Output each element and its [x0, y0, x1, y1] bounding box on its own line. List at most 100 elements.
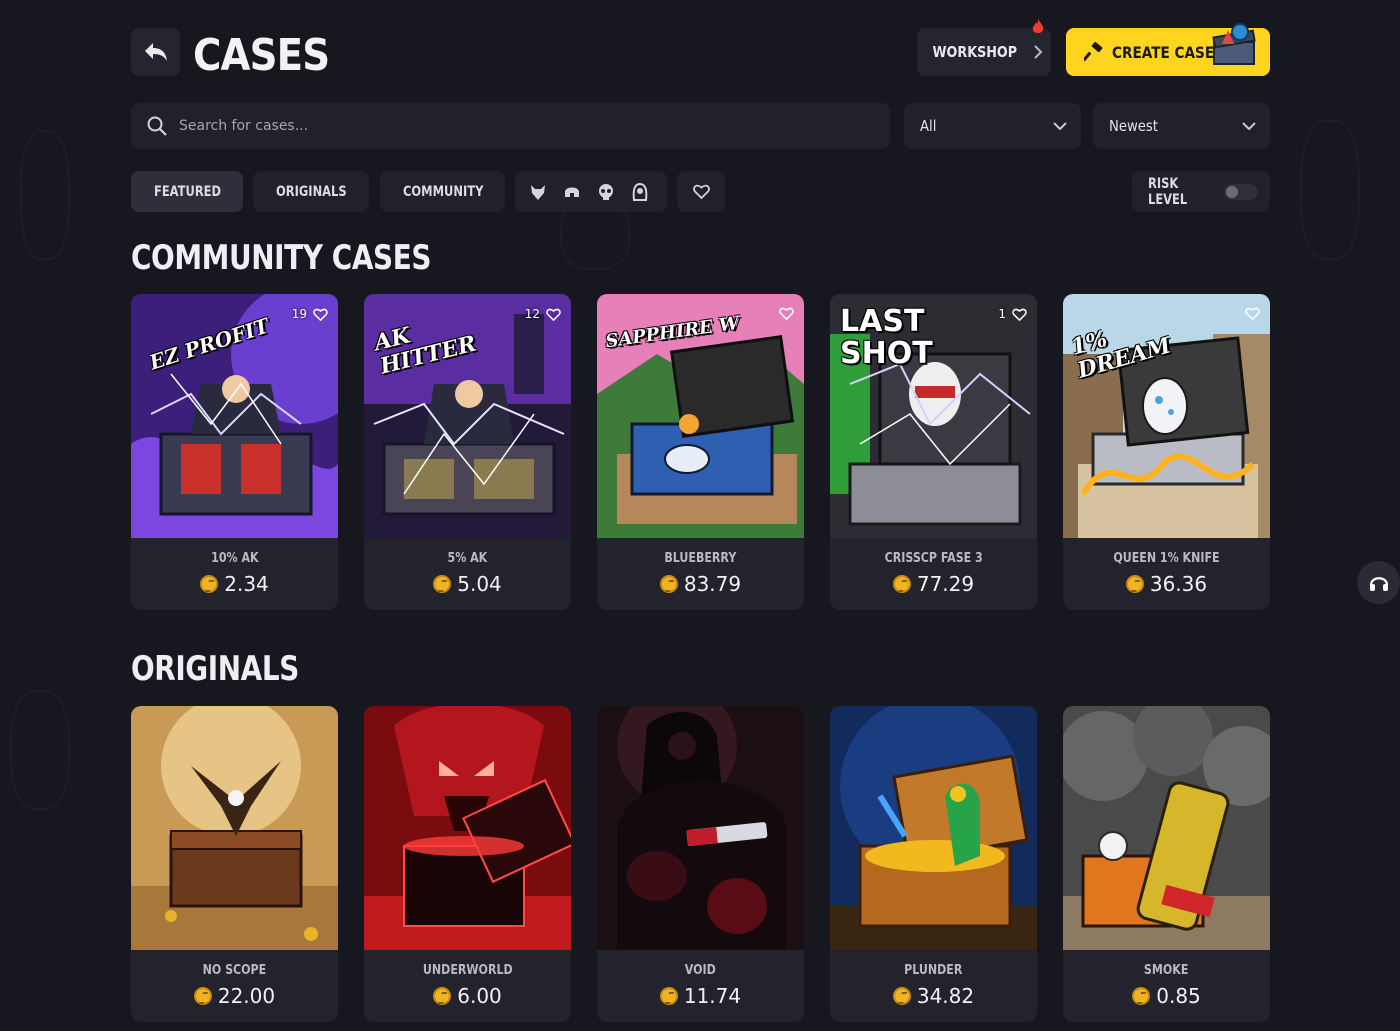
case-card[interactable]: VOID 11.74: [597, 706, 804, 1022]
case-price: 34.82: [830, 984, 1037, 1008]
case-name: UNDERWORLD: [364, 963, 571, 978]
case-price: 6.00: [364, 984, 571, 1008]
risk-level-label: RISK LEVEL: [1148, 175, 1188, 208]
case-price-value: 2.34: [224, 572, 269, 596]
case-price-value: 5.04: [457, 572, 502, 596]
case-price-value: 11.74: [683, 984, 742, 1008]
heart-icon[interactable]: [779, 307, 794, 320]
case-price-value: 0.85: [1156, 984, 1201, 1008]
wolf-icon[interactable]: [529, 183, 547, 201]
search-input[interactable]: [179, 118, 779, 134]
case-image: [131, 706, 338, 950]
sort-select[interactable]: Newest: [1093, 103, 1270, 149]
case-name-text: QUEEN 1% KNIFE: [1113, 551, 1220, 566]
heart-icon[interactable]: [1245, 307, 1260, 320]
case-name-text: UNDERWORLD: [422, 963, 513, 978]
icon-tab-group: [515, 171, 667, 212]
case-price-value: 6.00: [457, 984, 502, 1008]
create-case-button[interactable]: CREATE CASE: [1066, 23, 1270, 76]
case-card[interactable]: NO SCOPE 22.00: [131, 706, 338, 1022]
originals-section-title: ORIGINALS: [131, 649, 299, 689]
case-name-text: PLUNDER: [904, 963, 963, 978]
case-price: 22.00: [131, 984, 338, 1008]
tab-community[interactable]: COMMUNITY: [380, 171, 505, 212]
chevron-down-icon: [1053, 122, 1067, 130]
case-price: 5.04: [364, 572, 571, 596]
risk-level-switch[interactable]: [1224, 183, 1258, 200]
case-price-value: 22.00: [217, 984, 276, 1008]
risk-level-toggle[interactable]: RISK LEVEL: [1132, 171, 1270, 212]
case-card[interactable]: AK HITTER 12 5% AK 5.04: [364, 294, 571, 610]
case-price: 2.34: [131, 572, 338, 596]
case-price-value: 83.79: [683, 572, 742, 596]
case-image: [364, 706, 571, 950]
tab-originals-label: ORIGINALS: [276, 183, 347, 200]
case-card[interactable]: PLUNDER 34.82: [830, 706, 1037, 1022]
case-name: 10% AK: [131, 551, 338, 566]
background-decoration: [1300, 120, 1360, 260]
case-name-text: VOID: [684, 963, 717, 978]
case-name: NO SCOPE: [131, 963, 338, 978]
case-card[interactable]: UNDERWORLD 6.00: [364, 706, 571, 1022]
case-name: PLUNDER: [830, 963, 1037, 978]
case-card[interactable]: LAST SHOT 1 CRISSCP FASE 3 77.29: [830, 294, 1037, 610]
case-name: QUEEN 1% KNIFE: [1063, 551, 1270, 566]
case-price-value: 36.36: [1149, 572, 1208, 596]
workshop-button[interactable]: WORKSHOP: [917, 19, 1051, 76]
case-name-text: SMOKE: [1144, 963, 1189, 978]
case-name-text: 5% AK: [447, 551, 488, 566]
case-name-text: 10% AK: [210, 551, 259, 566]
coin-icon: [200, 575, 219, 593]
tab-originals[interactable]: ORIGINALS: [253, 171, 369, 212]
case-name-text: NO SCOPE: [202, 963, 267, 978]
case-price: 11.74: [597, 984, 804, 1008]
case-name: CRISSCP FASE 3: [830, 551, 1037, 566]
background-decoration: [20, 130, 70, 260]
tab-featured[interactable]: FEATURED: [131, 171, 243, 212]
back-button[interactable]: [131, 28, 180, 76]
helmet-icon[interactable]: [563, 183, 581, 201]
coin-icon: [1132, 987, 1151, 1005]
background-decoration: [10, 690, 70, 810]
chevron-down-icon: [1242, 122, 1256, 130]
heart-icon[interactable]: [1012, 308, 1027, 321]
case-card[interactable]: SAPPHIRE W BLUEBERRY 83.79: [597, 294, 804, 610]
case-image: AK HITTER 12: [364, 294, 571, 538]
case-card[interactable]: SMOKE 0.85: [1063, 706, 1270, 1022]
case-name-text: CRISSCP FASE 3: [884, 551, 983, 566]
heart-icon[interactable]: [546, 308, 561, 321]
search-bar[interactable]: [131, 103, 890, 149]
hammer-icon: [1084, 42, 1103, 62]
case-name: 5% AK: [364, 551, 571, 566]
headset-icon: [1369, 576, 1388, 591]
community-section-title: COMMUNITY CASES: [131, 238, 432, 278]
case-card[interactable]: 1% DREAM QUEEN 1% KNIFE 36.36: [1063, 294, 1270, 610]
case-image: EZ PROFIT 19: [131, 294, 338, 538]
category-select[interactable]: All: [904, 103, 1081, 149]
search-icon: [147, 116, 167, 136]
coin-icon: [659, 575, 678, 593]
skull-icon[interactable]: [597, 183, 615, 201]
case-price-value: 77.29: [916, 572, 975, 596]
case-price: 36.36: [1063, 572, 1270, 596]
case-name: SMOKE: [1063, 963, 1270, 978]
create-case-label: CREATE CASE: [1112, 42, 1215, 62]
support-button[interactable]: [1357, 561, 1400, 604]
favorite-count: 1: [998, 307, 1027, 321]
case-card[interactable]: EZ PROFIT 19 10% AK 2.34: [131, 294, 338, 610]
case-image: [597, 706, 804, 950]
heart-icon[interactable]: [313, 308, 328, 321]
tab-featured-label: FEATURED: [154, 183, 222, 200]
case-image: [1063, 706, 1270, 950]
favorite-count: [1239, 307, 1260, 320]
favorite-count-value: 1: [998, 307, 1006, 321]
case-price-value: 34.82: [916, 984, 975, 1008]
tab-favorites[interactable]: [677, 171, 725, 212]
reaper-icon[interactable]: [631, 182, 649, 201]
sort-select-value: Newest: [1109, 117, 1158, 135]
coin-icon: [659, 987, 678, 1005]
tab-community-label: COMMUNITY: [403, 183, 484, 200]
crate-illustration-icon: [1212, 23, 1256, 65]
coin-icon: [433, 987, 452, 1005]
page-title: CASES: [193, 30, 330, 81]
